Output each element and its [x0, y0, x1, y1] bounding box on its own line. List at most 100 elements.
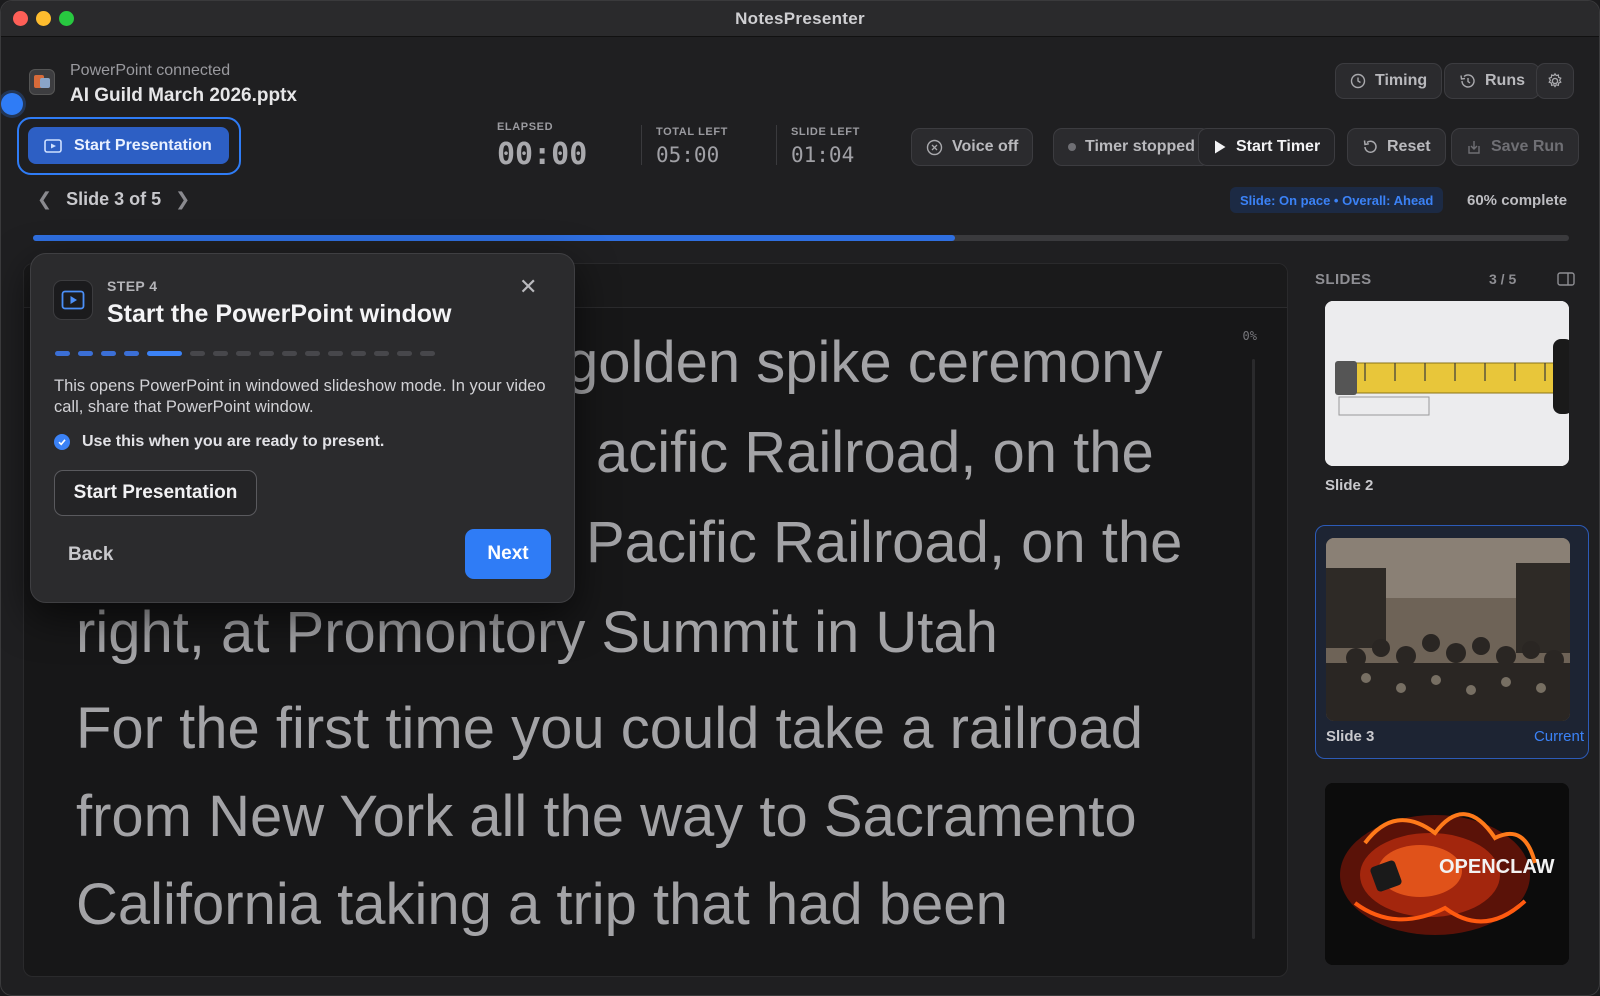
play-icon — [1215, 140, 1226, 154]
voice-toggle-button[interactable]: Voice off — [911, 128, 1034, 166]
close-window-button[interactable] — [13, 11, 28, 26]
back-button[interactable]: Back — [68, 544, 113, 566]
timing-button[interactable]: Timing — [1335, 63, 1443, 99]
onboarding-step-indicator — [55, 351, 435, 356]
presentation-progress-fill — [33, 235, 955, 241]
pace-status-badge: Slide: On pace • Overall: Ahead — [1230, 187, 1444, 213]
step-dot — [305, 351, 320, 356]
runs-button[interactable]: Runs — [1444, 63, 1540, 99]
step-dot — [351, 351, 366, 356]
timing-label: Timing — [1375, 72, 1428, 89]
step-dot — [282, 351, 297, 356]
onboarding-popover: STEP 4 Start the PowerPoint window ✕ Thi… — [30, 253, 575, 603]
start-presentation-focus-ring: Start Presentation — [17, 117, 241, 175]
step-dot — [190, 351, 205, 356]
header: PowerPoint connected AI Guild March 2026… — [1, 37, 1599, 251]
connection-status: PowerPoint connected — [70, 62, 231, 79]
slide-left-label: SLIDE LEFT — [791, 126, 860, 138]
step-dot — [236, 351, 251, 356]
step-dot — [55, 351, 70, 356]
openclaw-logo-text: OPENCLAW — [1439, 856, 1555, 878]
onboarding-description: This opens PowerPoint in windowed slides… — [54, 377, 546, 416]
elapsed-label: ELAPSED — [497, 121, 554, 133]
connection-indicator-dot — [1, 93, 23, 115]
voice-label: Voice off — [952, 138, 1019, 155]
total-left-label: TOTAL LEFT — [656, 126, 728, 138]
window-title: NotesPresenter — [735, 8, 865, 28]
notes-scroll-percent: 0% — [1242, 329, 1257, 343]
status-dot-icon — [1068, 143, 1076, 151]
slide-navigation: ❮ Slide 3 of 5 ❯ — [37, 189, 190, 210]
minimize-window-button[interactable] — [36, 11, 51, 26]
slide-thumbnail-card[interactable]: OPENCLAW — [1303, 775, 1583, 965]
presentation-play-icon — [53, 280, 93, 320]
start-timer-label: Start Timer — [1236, 138, 1321, 155]
reset-button[interactable]: Reset — [1347, 128, 1446, 166]
slide-position: Slide 3 of 5 — [66, 189, 162, 209]
sidebar-toggle-icon[interactable] — [1557, 272, 1575, 286]
timer-status-label: Timer stopped — [1085, 138, 1195, 155]
step-dot — [397, 351, 412, 356]
onboarding-tip: Use this when you are ready to present. — [54, 433, 384, 451]
step-dot — [420, 351, 435, 356]
gear-icon — [1548, 72, 1562, 88]
app-window: NotesPresenter PowerPoint connected AI G… — [0, 0, 1600, 996]
play-window-icon — [44, 138, 62, 153]
timer-status-badge: Timer stopped — [1053, 128, 1210, 166]
notes-paragraph: acific Railroad, on the — [596, 420, 1154, 485]
step-dot — [374, 351, 389, 356]
close-icon[interactable]: ✕ — [519, 276, 537, 298]
onboarding-tip-text: Use this when you are ready to present. — [82, 433, 385, 450]
stat-divider — [776, 125, 777, 165]
voice-off-icon — [926, 139, 943, 155]
step-dot — [147, 351, 182, 356]
slide-thumbnail-card-current[interactable]: Slide 3 Current — [1315, 525, 1589, 759]
step-dot — [78, 351, 93, 356]
powerpoint-icon — [29, 69, 55, 95]
start-presentation-button[interactable]: Start Presentation — [28, 127, 229, 164]
slides-count: 3 / 5 — [1489, 271, 1517, 287]
window-controls — [13, 11, 74, 26]
next-slide-chevron-icon[interactable]: ❯ — [175, 189, 190, 210]
elapsed-value: 00:00 — [497, 137, 588, 172]
notes-paragraph: Pacific Railroad, on the — [586, 510, 1183, 575]
file-name: AI Guild March 2026.pptx — [70, 85, 297, 106]
slide-thumbnail-card[interactable]: Slide 2 — [1303, 293, 1583, 494]
total-left-value: 05:00 — [656, 143, 720, 167]
onboarding-start-presentation-button[interactable]: Start Presentation — [54, 470, 257, 516]
previous-slide-chevron-icon[interactable]: ❮ — [37, 189, 52, 210]
current-slide-indicator: Current — [1533, 728, 1584, 745]
notes-paragraph: golden spike ceremony — [566, 330, 1163, 395]
save-run-label: Save Run — [1491, 138, 1564, 155]
step-dot — [259, 351, 274, 356]
stat-divider — [641, 125, 642, 165]
save-icon — [1468, 141, 1480, 154]
presentation-progress-bar — [33, 235, 1569, 241]
reset-label: Reset — [1387, 138, 1431, 155]
slide-thumbnail-image — [1326, 538, 1570, 721]
step-dot — [213, 351, 228, 356]
start-timer-button[interactable]: Start Timer — [1198, 128, 1336, 166]
next-button[interactable]: Next — [465, 529, 551, 579]
slide-left-value: 01:04 — [791, 143, 855, 167]
step-dot — [124, 351, 139, 356]
onboarding-title: Start the PowerPoint window — [107, 300, 452, 328]
notes-scrollbar[interactable] — [1252, 359, 1255, 939]
zoom-window-button[interactable] — [59, 11, 74, 26]
history-icon — [1460, 74, 1475, 88]
start-presentation-label: Start Presentation — [74, 136, 212, 154]
percent-complete: 60% complete — [1467, 192, 1568, 209]
title-bar: NotesPresenter — [1, 1, 1599, 37]
onboarding-step-label: STEP 4 — [107, 278, 158, 294]
step-dot — [101, 351, 116, 356]
runs-label: Runs — [1485, 72, 1525, 89]
settings-button[interactable] — [1536, 63, 1574, 99]
step-dot — [328, 351, 343, 356]
slide-thumbnail-label: Slide 3 — [1326, 728, 1375, 745]
notes-paragraph: For the first time you could take a rail… — [76, 696, 1144, 937]
save-run-button[interactable]: Save Run — [1451, 128, 1579, 166]
slides-sidebar-title: SLIDES — [1315, 271, 1372, 288]
clock-icon — [1350, 73, 1366, 89]
slide-thumbnail-image: OPENCLAW — [1325, 783, 1569, 965]
checkmark-icon — [54, 434, 70, 450]
